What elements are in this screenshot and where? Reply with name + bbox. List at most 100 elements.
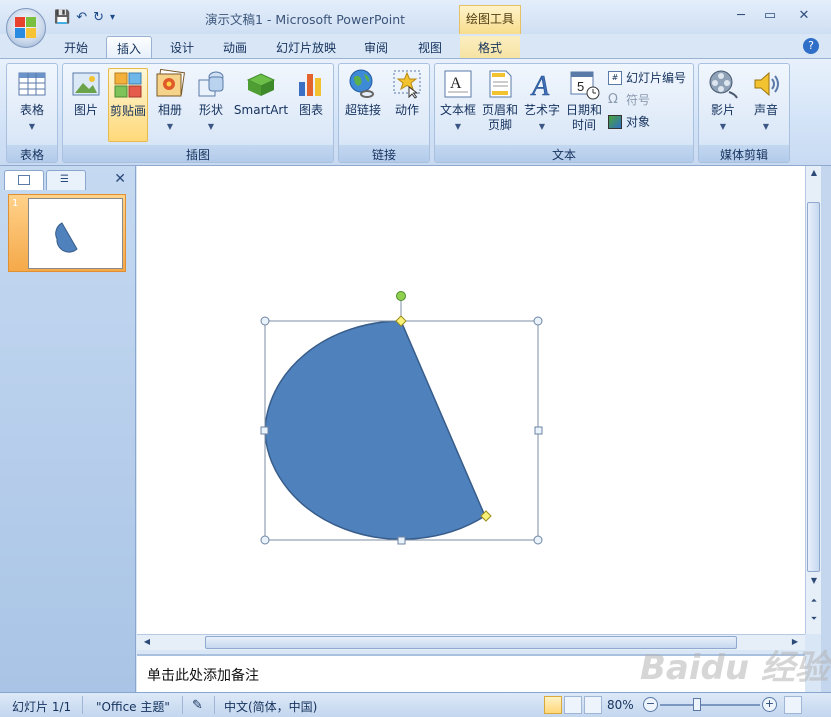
close-icon[interactable]: ✕: [794, 8, 814, 23]
baidu-watermark: Baidu 经验: [640, 648, 829, 688]
status-language[interactable]: 中文(简体，中国): [224, 698, 317, 715]
tab-slideshow[interactable]: 幻灯片放映: [266, 36, 346, 58]
zoom-out-icon[interactable]: −: [643, 697, 658, 712]
resize-handle-bottom-right[interactable]: [533, 535, 543, 545]
shapes-button[interactable]: 形状 ▼: [191, 68, 231, 134]
tab-view[interactable]: 视图: [408, 36, 452, 58]
group-illustrations: 图片 剪贴画 相册 ▼ 形状 ▼ SmartArt 图表 插图: [62, 63, 334, 163]
resize-handle-top-left[interactable]: [260, 316, 270, 326]
resize-handle-top-right[interactable]: [533, 316, 543, 326]
action-button-label: 动作: [394, 103, 419, 117]
vertical-scroll-thumb[interactable]: [807, 202, 820, 572]
tab-review[interactable]: 审阅: [354, 36, 398, 58]
slide-sorter-view-icon[interactable]: [564, 696, 582, 714]
film-reel-icon: [707, 68, 739, 100]
sound-button-label: 声音: [753, 103, 778, 117]
tab-animations[interactable]: 动画: [212, 36, 258, 58]
tab-insert[interactable]: 插入: [106, 36, 152, 58]
office-button[interactable]: [6, 8, 46, 48]
status-theme[interactable]: "Office 主题": [96, 698, 170, 715]
hyperlink-globe-icon: [347, 68, 379, 100]
drawing-tools-context-label: 绘图工具: [459, 5, 521, 34]
slide-canvas[interactable]: [137, 166, 805, 634]
table-button[interactable]: 表格 ▼: [12, 68, 52, 134]
ribbon: 表格 ▼ 表格 图片 剪贴画 相册 ▼ 形状 ▼ SmartArt 图表 插图 …: [0, 58, 831, 166]
object-label: 对象: [626, 115, 651, 129]
zoom-slider-knob[interactable]: [693, 698, 701, 711]
hyperlink-button[interactable]: 超链接: [342, 68, 384, 118]
spell-check-icon[interactable]: ✎: [192, 698, 203, 713]
picture-icon: [70, 68, 102, 100]
fit-to-window-icon[interactable]: [784, 696, 802, 714]
maximize-icon[interactable]: ▭: [760, 8, 780, 23]
resize-handle-left[interactable]: [260, 426, 269, 435]
clipart-button[interactable]: 剪贴画: [108, 68, 148, 142]
chevron-down-icon: ▼: [207, 122, 215, 131]
rotation-handle[interactable]: [396, 291, 406, 301]
textbox-icon: A: [442, 68, 474, 100]
tab-slides[interactable]: [4, 170, 44, 190]
zoom-level[interactable]: 80%: [607, 698, 634, 712]
object-button[interactable]: 对象: [608, 113, 650, 130]
vertical-scrollbar[interactable]: ▲ ▼ ⏶ ⏷: [805, 166, 821, 634]
title-bar: 💾 ↶ ↻ ▾ 演示文稿1 - Microsoft PowerPoint 绘图工…: [0, 0, 831, 34]
tab-home[interactable]: 开始: [54, 36, 98, 58]
slides-panel: ☰ ✕ 1: [0, 166, 136, 692]
textbox-button[interactable]: A 文本框 ▼: [438, 68, 478, 134]
wordart-button[interactable]: A 艺术字 ▼: [522, 68, 562, 134]
action-button[interactable]: 动作: [387, 68, 427, 118]
chart-icon: [295, 68, 327, 100]
album-button[interactable]: 相册 ▼: [151, 68, 189, 134]
smartart-icon: [245, 68, 277, 100]
scroll-up-icon[interactable]: ▲: [806, 168, 822, 177]
datetime-button[interactable]: 5 日期和 时间: [564, 68, 604, 133]
zoom-slider-track[interactable]: [660, 704, 760, 706]
zoom-in-icon[interactable]: +: [762, 697, 777, 712]
picture-button[interactable]: 图片: [67, 68, 105, 118]
help-icon[interactable]: ?: [803, 38, 819, 54]
chevron-down-icon: ▼: [719, 122, 727, 131]
tab-design[interactable]: 设计: [160, 36, 204, 58]
scroll-left-icon[interactable]: ◀: [139, 637, 155, 646]
textbox-button-label: 文本框: [439, 103, 476, 117]
slide-number-label: 幻灯片编号: [626, 71, 687, 85]
symbol-button[interactable]: Ω 符号: [608, 91, 650, 108]
group-text: A 文本框 ▼ 页眉和 页脚 A 艺术字 ▼ 5 日期和 时间 # 幻灯片编号 …: [434, 63, 694, 163]
partial-circle-shape[interactable]: [264, 320, 486, 540]
status-separator: [82, 696, 83, 714]
normal-view-icon[interactable]: [544, 696, 562, 714]
hyperlink-button-label: 超链接: [344, 103, 381, 117]
status-separator: [182, 696, 183, 714]
movie-button[interactable]: 影片 ▼: [703, 68, 743, 134]
header-footer-label-line1: 页眉和: [481, 103, 518, 117]
slide-number-icon: #: [608, 70, 622, 85]
minimize-icon[interactable]: ─: [731, 8, 751, 23]
svg-text:A: A: [530, 71, 550, 100]
slideshow-view-icon[interactable]: [584, 696, 602, 714]
chart-button[interactable]: 图表: [291, 68, 331, 118]
close-panel-icon[interactable]: ✕: [114, 171, 126, 187]
action-star-icon: [391, 68, 423, 100]
clipart-icon: [112, 69, 144, 101]
album-button-label: 相册: [157, 103, 182, 117]
tab-outline[interactable]: ☰: [46, 170, 86, 190]
next-slide-icon[interactable]: ⏷: [806, 614, 822, 624]
tab-format[interactable]: 格式: [460, 36, 520, 58]
smartart-button[interactable]: SmartArt: [233, 68, 289, 118]
slide-number-button[interactable]: # 幻灯片编号: [608, 69, 686, 86]
resize-handle-bottom[interactable]: [397, 536, 406, 545]
header-footer-button[interactable]: 页眉和 页脚: [480, 68, 520, 133]
sound-button[interactable]: 声音 ▼: [746, 68, 786, 134]
resize-handle-bottom-left[interactable]: [260, 535, 270, 545]
scroll-down-icon[interactable]: ▼: [806, 576, 822, 585]
symbol-label: 符号: [626, 93, 651, 107]
group-label-text: 文本: [435, 145, 693, 162]
movie-button-label: 影片: [710, 103, 735, 117]
svg-text:A: A: [450, 75, 462, 92]
resize-handle-right[interactable]: [534, 426, 543, 435]
slide-thumbnail-preview: [28, 198, 123, 269]
group-links: 超链接 动作 链接: [338, 63, 430, 163]
slide-svg: [260, 291, 543, 545]
slide-thumbnail[interactable]: 1: [8, 194, 126, 272]
previous-slide-icon[interactable]: ⏶: [806, 596, 822, 606]
